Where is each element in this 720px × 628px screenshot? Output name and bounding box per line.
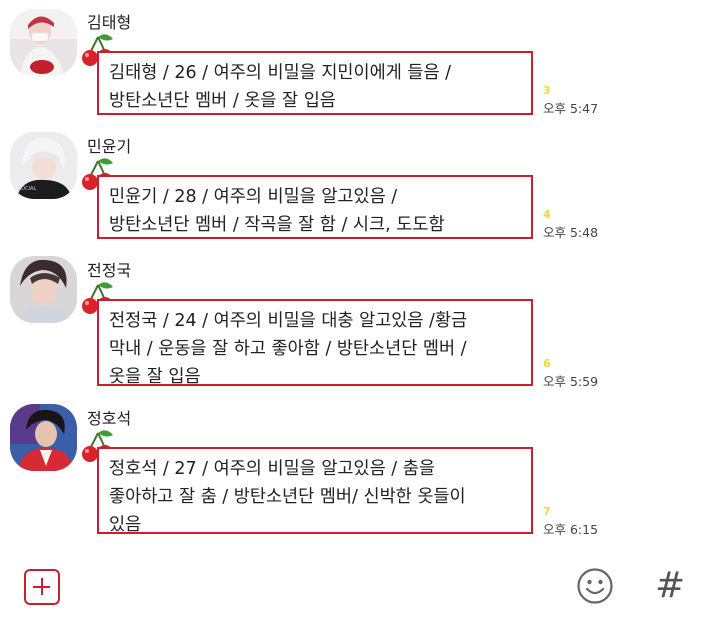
smiley-icon[interactable]: [576, 567, 614, 605]
message-bubble[interactable]: 민윤기 / 28 / 여주의 비밀을 알고있음 / 방탄소년단 멤버 / 작곡을…: [97, 175, 533, 239]
sender-name: 정호석: [87, 409, 132, 428]
svg-text:SOCIAL: SOCIAL: [18, 186, 36, 192]
plus-square-icon[interactable]: [24, 569, 60, 605]
message-text-line: 전정국 / 24 / 여주의 비밀을 대충 알고있음 /황금: [109, 311, 468, 331]
message-bubble[interactable]: 김태형 / 26 / 여주의 비밀을 지민이에게 들음 / 방탄소년단 멤버 /…: [97, 51, 533, 115]
input-bar: #: [0, 560, 720, 628]
message-bubble[interactable]: 정호석 / 27 / 여주의 비밀을 알고있음 / 춤을 좋아하고 잘 춤 / …: [97, 447, 533, 535]
message-text-line: 좋아하고 잘 춤 / 방탄소년단 멤버/ 신박한 옷들이: [109, 487, 466, 507]
avatar[interactable]: [10, 9, 77, 76]
message-time: 오후 6:15: [543, 522, 599, 537]
avatar[interactable]: SOCIAL: [10, 132, 77, 199]
message-text-line: 옷을 잘 입음: [109, 367, 201, 387]
hashtag-button[interactable]: #: [655, 564, 685, 608]
message-text-line: 방탄소년단 멤버 / 옷을 잘 입음: [109, 91, 336, 111]
unread-count: 6: [543, 357, 551, 370]
message-text-line: 민윤기 / 28 / 여주의 비밀을 알고있음 /: [109, 187, 398, 207]
message-text-line: 방탄소년단 멤버 / 작곡을 잘 함 / 시크, 도도함: [109, 215, 445, 235]
message-text-line: 김태형 / 26 / 여주의 비밀을 지민이에게 들음 /: [109, 63, 452, 83]
message-time: 오후 5:47: [543, 101, 599, 116]
unread-count: 4: [543, 208, 551, 221]
unread-count: 3: [543, 84, 551, 97]
message-text-line: 막내 / 운동을 잘 하고 좋아함 / 방탄소년단 멤버 /: [109, 339, 467, 359]
message-time: 오후 5:48: [543, 225, 599, 240]
sender-name: 전정국: [87, 261, 132, 280]
sender-name: 김태형: [87, 13, 132, 32]
message-text-line: 있음: [109, 515, 142, 535]
chat-area: 김태형 김태형 / 26 / 여주의 비밀을 지민이에게 들음 / 방탄소년단 …: [0, 0, 720, 560]
avatar[interactable]: [10, 404, 77, 471]
message-text-line: 정호석 / 27 / 여주의 비밀을 알고있음 / 춤을: [109, 459, 435, 479]
message-bubble[interactable]: 전정국 / 24 / 여주의 비밀을 대충 알고있음 /황금 막내 / 운동을 …: [97, 299, 533, 387]
message-time: 오후 5:59: [543, 374, 599, 389]
sender-name: 민윤기: [87, 137, 132, 156]
avatar[interactable]: [10, 256, 77, 323]
unread-count: 7: [543, 505, 551, 518]
